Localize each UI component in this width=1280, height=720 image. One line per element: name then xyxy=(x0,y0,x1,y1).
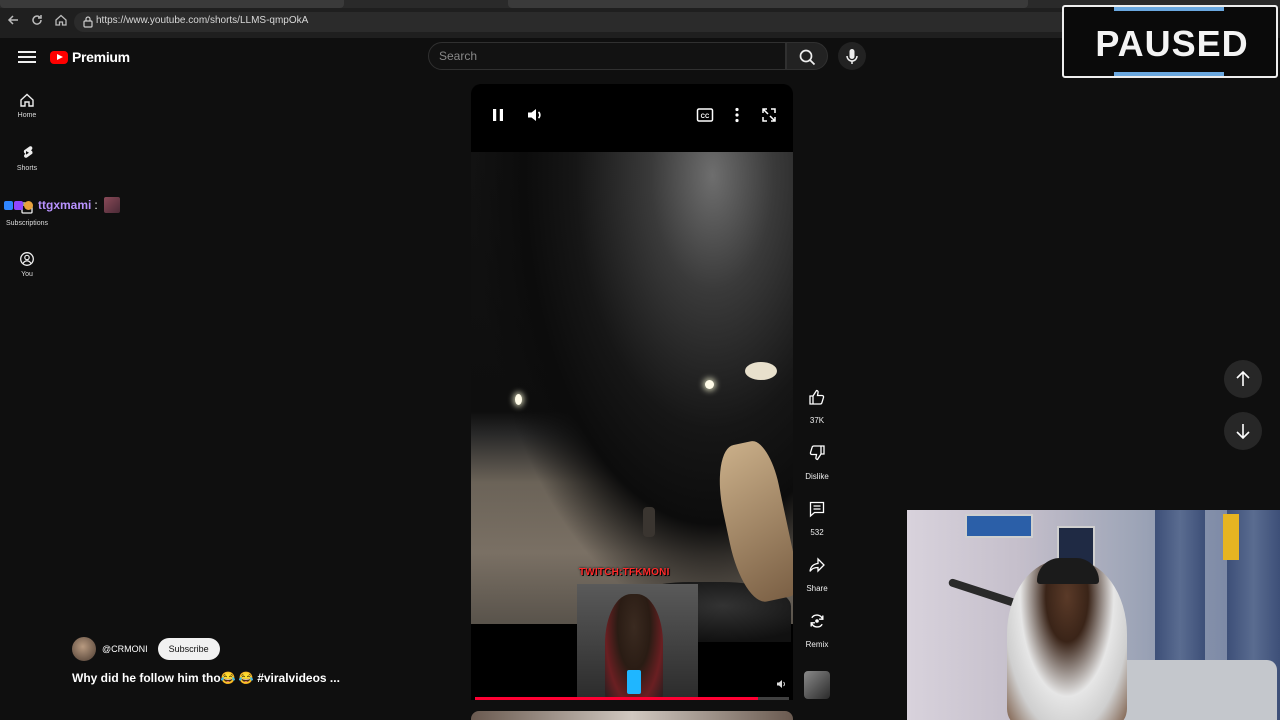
thumbs-down-icon xyxy=(809,445,825,461)
streamer-webcam xyxy=(907,510,1280,720)
subscribe-button[interactable]: Subscribe xyxy=(157,638,220,660)
chat-emote-icon xyxy=(103,197,120,213)
search-button[interactable] xyxy=(786,42,828,70)
browser-tab[interactable] xyxy=(0,0,344,8)
browser-tab[interactable] xyxy=(508,0,1028,8)
chat-username: ttgxmami xyxy=(38,198,92,212)
youtube-play-icon xyxy=(50,50,68,64)
volume-button[interactable] xyxy=(524,104,546,126)
inset-cup xyxy=(627,670,641,694)
sidebar-item-shorts[interactable]: Shorts xyxy=(0,145,54,191)
previous-short-button[interactable] xyxy=(1224,360,1262,398)
sound-thumbnail[interactable] xyxy=(804,671,830,699)
video-person xyxy=(643,507,655,537)
sidebar-label: You xyxy=(21,271,33,278)
street-light xyxy=(745,362,777,380)
paused-text: PAUSED xyxy=(1095,23,1249,64)
share-label: Share xyxy=(806,584,828,593)
reload-icon[interactable] xyxy=(28,13,46,31)
reaction-webcam-inset xyxy=(577,584,698,700)
voice-search-button[interactable] xyxy=(838,42,866,70)
comment-icon xyxy=(809,501,825,518)
remix-button[interactable]: Remix xyxy=(800,606,834,649)
search-input[interactable] xyxy=(439,49,769,63)
channel-info: @CRMONI Subscribe xyxy=(72,637,220,661)
webcam-poster xyxy=(965,514,1033,538)
sidebar-label: Home xyxy=(17,112,37,119)
chat-badge-icon xyxy=(14,200,23,210)
youtube-logo[interactable]: Premium xyxy=(50,47,130,67)
streamer xyxy=(1007,560,1127,720)
like-button[interactable]: 37K xyxy=(800,382,834,425)
shorts-player[interactable]: CC TWITCH:TFKMONI xyxy=(471,84,793,700)
comment-count: 532 xyxy=(810,528,824,537)
shorts-icon xyxy=(23,146,33,158)
arrow-up-icon xyxy=(1236,370,1250,386)
volume-icon xyxy=(528,109,541,121)
street-light xyxy=(515,394,522,405)
dislike-label: Dislike xyxy=(805,472,829,481)
stream-chat-message: ttgxmami : xyxy=(4,197,120,213)
paused-overlay: PAUSED xyxy=(1062,5,1278,78)
fullscreen-button[interactable] xyxy=(758,104,780,126)
more-options-button[interactable] xyxy=(726,104,748,126)
home-icon xyxy=(20,93,34,107)
captions-button[interactable]: CC xyxy=(694,104,716,126)
microphone-icon xyxy=(846,49,858,64)
logo-text: Premium xyxy=(72,49,130,65)
back-icon[interactable] xyxy=(4,13,22,31)
remix-icon xyxy=(810,614,824,628)
site-info-icon[interactable] xyxy=(82,15,94,29)
short-title[interactable]: Why did he follow him tho😂 😂 #viralvideo… xyxy=(72,671,340,685)
sidebar-item-home[interactable]: Home xyxy=(0,92,54,138)
video-progress-bar[interactable] xyxy=(475,697,789,700)
url-text: https://www.youtube.com/shorts/LLMS-qmpO… xyxy=(96,15,309,26)
video-frame[interactable] xyxy=(471,152,793,642)
sidebar-item-you[interactable]: You xyxy=(0,251,54,297)
like-count: 37K xyxy=(809,416,825,425)
paused-stripe xyxy=(1114,7,1224,11)
dislike-button[interactable]: Dislike xyxy=(800,438,834,481)
channel-avatar[interactable] xyxy=(72,637,96,661)
remix-label: Remix xyxy=(805,640,829,649)
thumbs-up-icon xyxy=(809,389,825,405)
paused-stripe xyxy=(1114,72,1224,76)
share-button[interactable]: Share xyxy=(800,550,834,593)
webcam-banner xyxy=(1223,514,1239,560)
menu-icon[interactable] xyxy=(18,48,36,64)
arrow-down-icon xyxy=(1236,424,1250,440)
sidebar-label: Shorts xyxy=(16,165,38,172)
chat-badge-icon xyxy=(24,200,33,210)
chat-separator: : xyxy=(94,198,98,212)
streamer-cap xyxy=(1037,558,1099,584)
address-bar[interactable]: https://www.youtube.com/shorts/LLMS-qmpO… xyxy=(74,12,1074,32)
search-icon xyxy=(799,49,816,66)
svg-text:CC: CC xyxy=(701,114,710,120)
channel-handle[interactable]: @CRMONI xyxy=(102,644,148,654)
mini-volume-icon[interactable] xyxy=(775,678,787,690)
you-icon xyxy=(20,252,34,266)
next-short-preview[interactable] xyxy=(471,711,793,720)
video-progress-fill xyxy=(475,697,758,700)
street-light xyxy=(705,380,714,389)
captions-icon: CC xyxy=(696,108,714,122)
pause-icon xyxy=(493,109,503,121)
more-vertical-icon xyxy=(735,107,739,123)
comments-button[interactable]: 532 xyxy=(800,494,834,537)
expand-icon xyxy=(762,108,776,122)
share-icon xyxy=(809,557,825,573)
pause-button[interactable] xyxy=(487,104,509,126)
sidebar-label: Subscriptions xyxy=(5,220,49,227)
home-browser-icon[interactable] xyxy=(52,13,70,31)
twitch-watermark: TWITCH:TFKMONI xyxy=(579,567,670,578)
search-box[interactable] xyxy=(428,42,786,70)
chat-badge-icon xyxy=(4,200,13,210)
next-short-button[interactable] xyxy=(1224,412,1262,450)
